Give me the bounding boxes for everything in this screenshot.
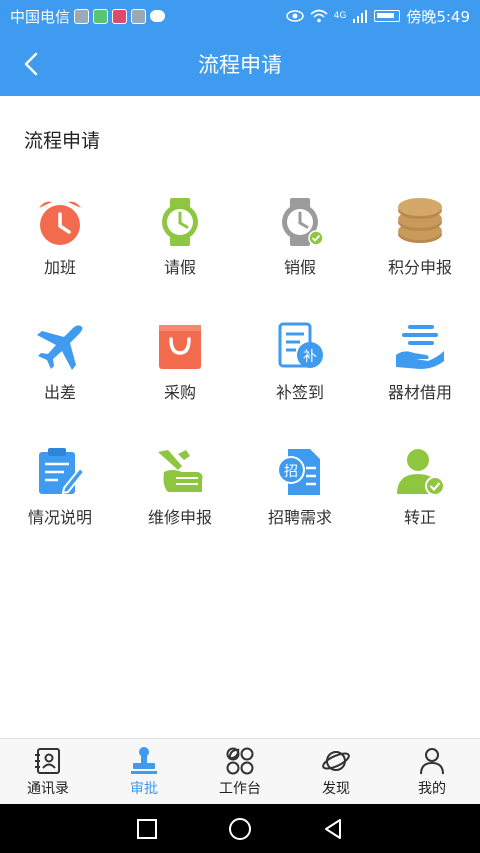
item-label: 器材借用 (387, 383, 452, 402)
workbench-icon (226, 747, 254, 774)
app-notification-icon (131, 8, 147, 24)
tab-label: 审批 (130, 780, 158, 797)
contacts-icon (35, 747, 60, 774)
tab-label: 发现 (322, 780, 350, 797)
network-type-label: 4G (333, 10, 347, 21)
alarm-clock-icon (39, 201, 81, 245)
item-label: 销假 (283, 258, 316, 277)
signal-icon (353, 10, 368, 23)
item-equipment-borrow[interactable]: 器材借用 (360, 321, 480, 446)
page-title: 流程申请 (198, 53, 282, 77)
clipboard-edit-icon (39, 448, 86, 495)
tab-approval[interactable]: 审批 (96, 739, 192, 804)
back-icon[interactable] (321, 817, 345, 841)
hand-items-icon (396, 325, 444, 369)
tab-workbench[interactable]: 工作台 (192, 739, 288, 804)
svg-text:补: 补 (303, 349, 317, 365)
svg-text:招: 招 (284, 464, 298, 480)
item-business-trip[interactable]: 出差 (0, 321, 120, 446)
app-notification-icon (112, 8, 128, 24)
recruit-doc-icon: 招 (277, 449, 320, 495)
system-nav-bar (0, 804, 480, 853)
watch-icon (162, 198, 198, 246)
item-situation-report[interactable]: 情况说明 (0, 446, 120, 571)
bottom-tab-bar: 通讯录 审批 工作台 发现 我的 (0, 738, 480, 804)
item-points[interactable]: 积分申报 (360, 196, 480, 321)
watch-check-icon (282, 198, 324, 246)
app-notification-icon (74, 8, 90, 24)
item-label: 出差 (43, 383, 76, 402)
message-notification-icon (150, 10, 166, 22)
home-icon[interactable] (228, 817, 252, 841)
item-label: 补签到 (275, 383, 324, 402)
header-bar: 流程申请 (0, 32, 480, 96)
item-recruitment[interactable]: 招 招聘需求 (240, 446, 360, 571)
item-overtime[interactable]: 加班 (0, 196, 120, 321)
user-icon (420, 747, 444, 774)
tab-contacts[interactable]: 通讯录 (0, 739, 96, 804)
person-check-icon (397, 449, 445, 496)
section-title: 流程申请 (24, 130, 101, 152)
item-regularization[interactable]: 转正 (360, 446, 480, 571)
item-label: 招聘需求 (267, 508, 332, 527)
item-cancel-leave[interactable]: 销假 (240, 196, 360, 321)
tab-mine[interactable]: 我的 (384, 739, 480, 804)
item-label: 维修申报 (147, 508, 212, 527)
wrench-hand-icon (158, 450, 203, 492)
item-label: 转正 (403, 508, 436, 527)
shopping-bag-icon (159, 325, 201, 369)
recent-apps-icon[interactable] (135, 817, 159, 841)
tab-discover[interactable]: 发现 (288, 739, 384, 804)
item-supplement-sign[interactable]: 补 补签到 (240, 321, 360, 446)
tab-label: 工作台 (219, 780, 261, 797)
tab-label: 我的 (418, 780, 446, 797)
status-bar: 中国电信 4G 傍晚5:49 (0, 0, 480, 32)
doc-supplement-icon: 补 (278, 322, 323, 368)
item-label: 请假 (163, 258, 196, 277)
tab-label: 通讯录 (27, 780, 69, 797)
coins-icon (398, 198, 442, 243)
clock-label: 傍晚5:49 (406, 7, 470, 26)
item-label: 加班 (43, 258, 76, 277)
airplane-icon (37, 325, 83, 370)
eye-icon (285, 10, 304, 22)
item-label: 采购 (163, 383, 196, 402)
wifi-icon (310, 9, 328, 23)
item-label: 积分申报 (387, 258, 452, 277)
battery-icon (374, 10, 401, 22)
back-chevron-icon[interactable] (18, 50, 46, 78)
item-repair-report[interactable]: 维修申报 (120, 446, 240, 571)
item-purchase[interactable]: 采购 (120, 321, 240, 446)
process-grid: 加班 请假 销假 积分申报 出差 采购 补 补签到 器材借用 情况说明 维修申报… (0, 196, 480, 571)
item-label: 情况说明 (27, 508, 92, 527)
item-leave[interactable]: 请假 (120, 196, 240, 321)
iqiyi-notification-icon (93, 8, 109, 24)
stamp-icon (131, 746, 157, 774)
carrier-label: 中国电信 (10, 7, 71, 26)
planet-icon (322, 750, 350, 771)
